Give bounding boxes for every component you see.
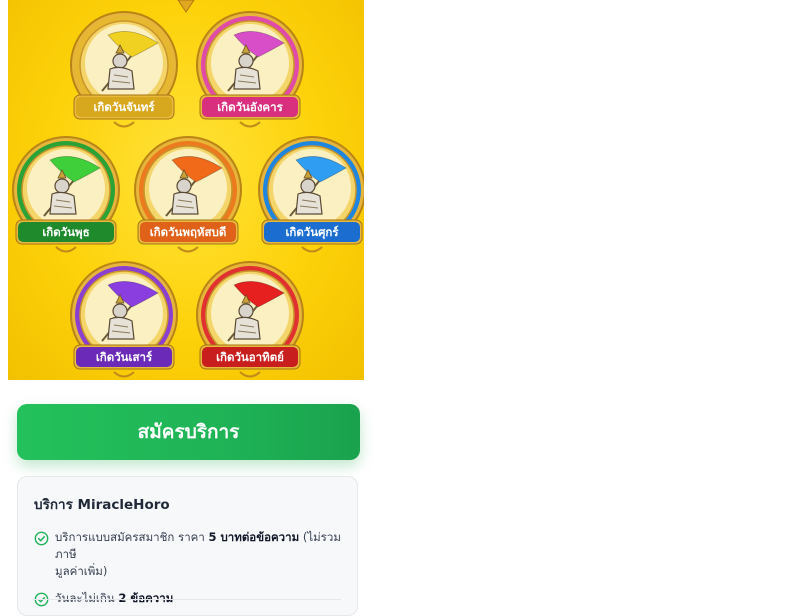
ornament-icon <box>239 371 261 378</box>
ornament-icon <box>177 246 199 253</box>
ornament-icon <box>301 246 323 253</box>
feature-item: บริการแบบสมัครสมาชิก ราคา 5 บาทต่อข้อควา… <box>34 529 341 580</box>
ornament-icon <box>239 121 261 128</box>
day-medallion: เกิดวันเสาร์ <box>70 261 178 378</box>
day-label: เกิดวันอาทิตย์ <box>216 350 284 364</box>
day-label: เกิดวันอังคาร <box>217 100 283 114</box>
feature-text: บริการแบบสมัครสมาชิก ราคา 5 บาทต่อข้อควา… <box>55 530 341 578</box>
check-circle-icon <box>34 531 49 546</box>
day-label: เกิดวันศุกร์ <box>285 225 339 240</box>
subscribe-button[interactable]: สมัครบริการ <box>17 404 360 460</box>
day-label: เกิดวันเสาร์ <box>96 350 153 364</box>
ornament-icon <box>113 121 135 128</box>
day-medallion: เกิดวันศุกร์ <box>258 136 364 253</box>
banner-art: เกิดวันจันทร์ เกิดวันอังคารเกิดวันพุธ เกิด… <box>12 0 364 378</box>
day-medallion: เกิดวันอังคาร <box>196 11 304 128</box>
day-medallion: เกิดวันจันทร์ <box>70 11 178 128</box>
day-medallion: เกิดวันพฤหัสบดี <box>134 136 242 253</box>
service-info-card: บริการ MiracleHoro บริการแบบสมัครสมาชิก … <box>17 476 358 616</box>
ornament-icon <box>55 246 77 253</box>
day-medallion: เกิดวันอาทิตย์ <box>196 261 304 378</box>
service-title: บริการ MiracleHoro <box>34 497 170 513</box>
ornament-icon <box>113 371 135 378</box>
day-label: เกิดวันจันทร์ <box>93 100 155 114</box>
day-label: เกิดวันพุธ <box>42 225 89 240</box>
zodiac-banner: เกิดวันจันทร์ เกิดวันอังคาร เกิดวันพุธ เกิด… <box>8 0 364 380</box>
ornament-icon <box>177 0 195 13</box>
day-label: เกิดวันพฤหัสบดี <box>150 225 227 239</box>
day-medallion: เกิดวันพุธ <box>12 136 120 253</box>
